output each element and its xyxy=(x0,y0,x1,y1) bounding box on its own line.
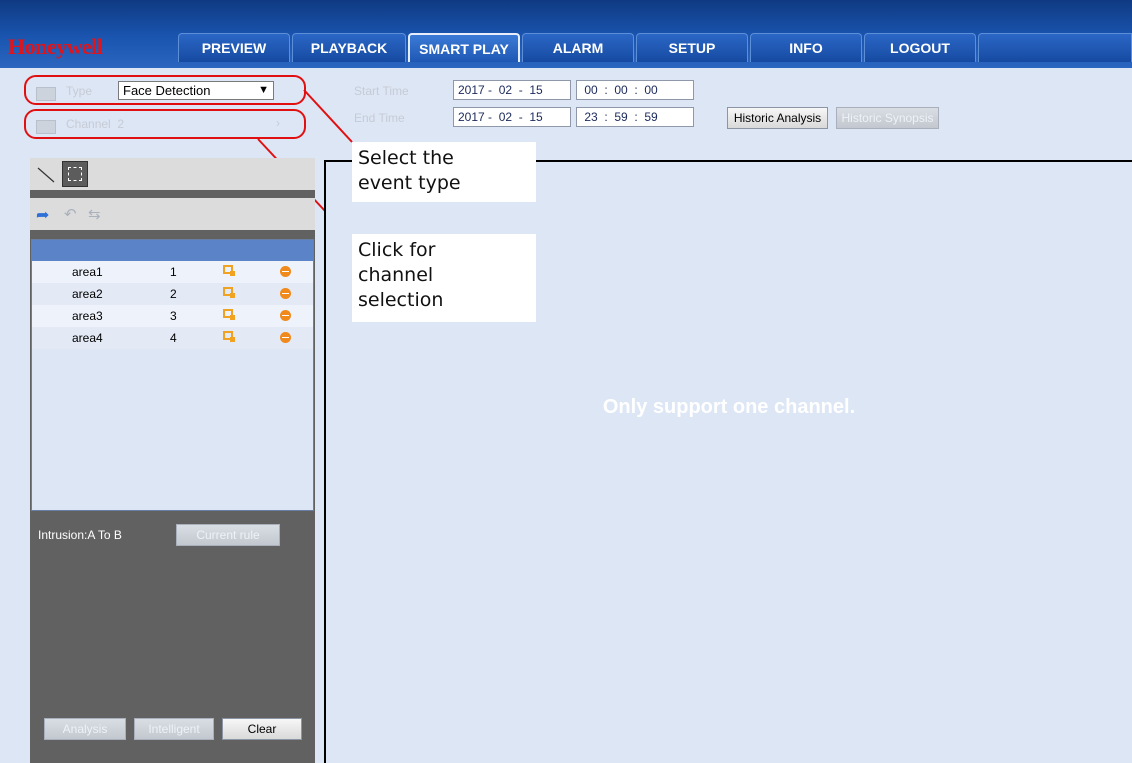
end-date-field[interactable]: 2017 - 02 - 15 xyxy=(453,107,571,127)
delete-icon[interactable] xyxy=(280,310,291,321)
annotation-oval-channel xyxy=(24,109,306,139)
edit-icon[interactable] xyxy=(223,331,235,342)
area-name: area2 xyxy=(72,287,103,301)
annotation-oval-type xyxy=(24,75,306,105)
undo-arrow-icon[interactable]: ↶ xyxy=(64,205,77,223)
draw-toolbar xyxy=(30,158,315,190)
area-number: 3 xyxy=(170,309,177,323)
tab-smart-play[interactable]: SMART PLAY xyxy=(408,33,520,62)
delete-icon[interactable] xyxy=(280,288,291,299)
tab-alarm[interactable]: ALARM xyxy=(522,33,634,62)
area-number: 4 xyxy=(170,331,177,345)
tab-preview[interactable]: PREVIEW xyxy=(178,33,290,62)
honeywell-logo: Honeywell xyxy=(8,34,103,59)
end-time-label: End Time xyxy=(354,111,405,125)
end-time-field[interactable]: 23 : 59 : 59 xyxy=(576,107,694,127)
tab-logout[interactable]: LOGOUT xyxy=(864,33,976,62)
callout-channel: Click for channel selection xyxy=(352,234,536,322)
start-time-field[interactable]: 00 : 00 : 00 xyxy=(576,80,694,100)
redo-arrow-icon[interactable]: ➦ xyxy=(36,205,49,225)
bidirection-arrow-icon[interactable]: ⇆ xyxy=(88,205,101,223)
edit-icon[interactable] xyxy=(223,265,235,276)
line-tool-icon[interactable] xyxy=(36,164,56,184)
display-message: Only support one channel. xyxy=(602,396,856,418)
rule-label: Intrusion:A To B xyxy=(38,528,122,542)
area-number: 2 xyxy=(170,287,177,301)
edit-icon[interactable] xyxy=(223,309,235,320)
tab-setup[interactable]: SETUP xyxy=(636,33,748,62)
area-name: area4 xyxy=(72,331,103,345)
intelligent-button[interactable]: Intelligent xyxy=(134,718,214,740)
area-number: 1 xyxy=(170,265,177,279)
historic-analysis-button[interactable]: Historic Analysis xyxy=(727,107,828,129)
tab-playback[interactable]: PLAYBACK xyxy=(292,33,406,62)
current-rule-button[interactable]: Current rule xyxy=(176,524,280,546)
direction-toolbar: ➦ ↶ ⇆ xyxy=(30,198,315,230)
area-list-header xyxy=(32,240,313,261)
edit-icon[interactable] xyxy=(223,287,235,298)
area-name: area1 xyxy=(72,265,103,279)
delete-icon[interactable] xyxy=(280,332,291,343)
area-list: area1 1 area2 2 area3 3 area4 4 xyxy=(31,239,314,511)
clear-button[interactable]: Clear xyxy=(222,718,302,740)
area-row[interactable]: area3 3 xyxy=(32,305,313,327)
tab-info[interactable]: INFO xyxy=(750,33,862,62)
area-row[interactable]: area2 2 xyxy=(32,283,313,305)
callout-event-type: Select the event type xyxy=(352,142,536,202)
area-tool-icon[interactable] xyxy=(62,161,88,187)
start-time-label: Start Time xyxy=(354,84,409,98)
area-row[interactable]: area1 1 xyxy=(32,261,313,283)
area-name: area3 xyxy=(72,309,103,323)
top-header: Honeywell PREVIEW PLAYBACK SMART PLAY AL… xyxy=(0,0,1132,68)
start-date-field[interactable]: 2017 - 02 - 15 xyxy=(453,80,571,100)
tab-filler xyxy=(978,33,1132,62)
area-row[interactable]: area4 4 xyxy=(32,327,313,349)
historic-synopsis-button[interactable]: Historic Synopsis xyxy=(836,107,939,129)
analysis-button[interactable]: Analysis xyxy=(44,718,126,740)
delete-icon[interactable] xyxy=(280,266,291,277)
